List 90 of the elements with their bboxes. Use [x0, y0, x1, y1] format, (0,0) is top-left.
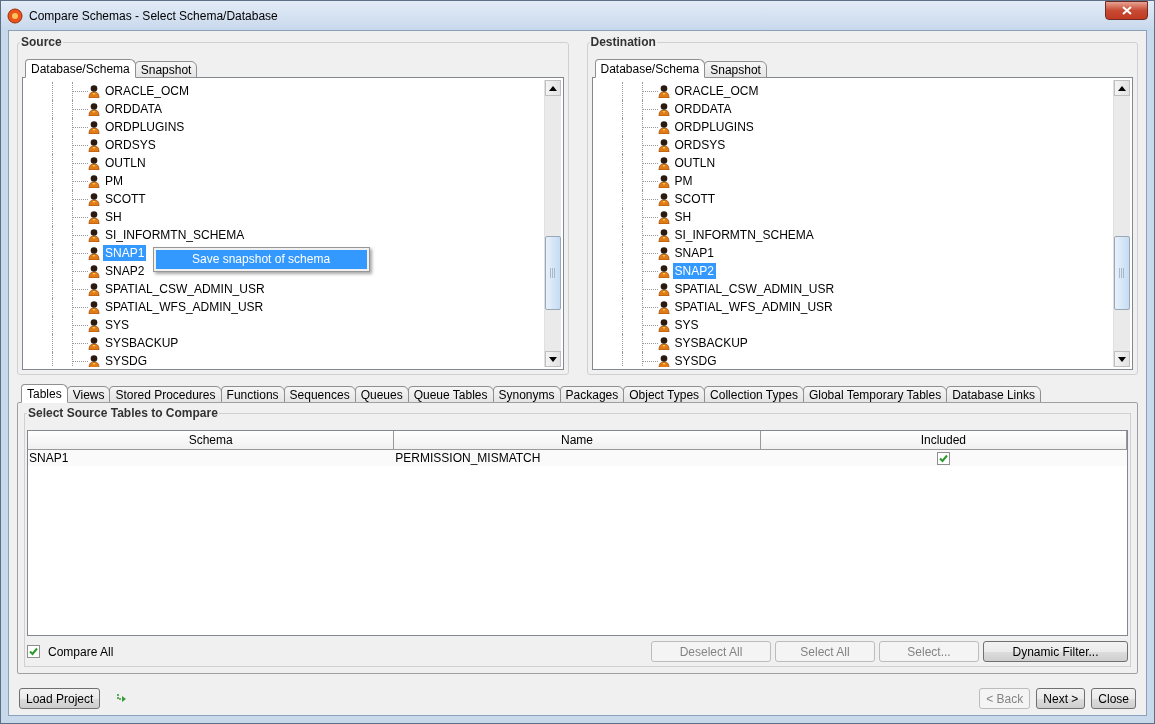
user-icon — [657, 354, 670, 367]
user-icon — [88, 282, 100, 296]
scrollbar-thumb[interactable] — [544, 236, 561, 310]
footer-button[interactable]: Load Project — [19, 688, 101, 709]
user-icon — [657, 318, 670, 332]
user-icon — [88, 192, 100, 206]
user-icon — [88, 84, 100, 98]
column-header[interactable]: Schema — [28, 431, 395, 450]
user-icon — [88, 156, 100, 170]
footer-button[interactable]: Close — [1091, 688, 1136, 709]
user-icon — [88, 228, 100, 242]
user-icon — [88, 336, 100, 350]
tree-item[interactable]: SPATIAL_WFS_ADMIN_USR — [672, 299, 835, 315]
tab[interactable]: Database/Schema — [25, 59, 136, 78]
column-header[interactable]: Included — [760, 431, 1127, 450]
scroll-down-icon[interactable] — [548, 356, 557, 362]
tree-item[interactable]: SH — [672, 209, 694, 225]
panel-label: Destination — [589, 35, 657, 49]
user-icon — [657, 264, 670, 278]
user-icon — [657, 246, 670, 260]
user-icon — [657, 336, 670, 350]
user-icon — [88, 174, 100, 188]
user-icon — [657, 210, 670, 224]
tree-item[interactable]: ORACLE_OCM — [103, 83, 192, 99]
tree-item[interactable]: ORDSYS — [672, 137, 728, 153]
tree-item[interactable]: SI_INFORMTN_SCHEMA — [672, 227, 816, 243]
scroll-up-icon[interactable] — [548, 85, 557, 91]
user-icon — [88, 102, 100, 116]
tab[interactable]: Database/Schema — [594, 59, 706, 78]
user-icon — [88, 354, 100, 367]
window-title: Compare Schemas - Select Schema/Database — [29, 8, 279, 23]
tree-item[interactable]: PM — [672, 173, 695, 189]
scroll-up-icon[interactable] — [1118, 85, 1126, 91]
tree-item[interactable]: SYS — [103, 317, 131, 333]
tab[interactable]: Tables — [21, 384, 68, 403]
close-button[interactable] — [1105, 1, 1148, 20]
user-icon — [657, 192, 670, 206]
tree-item[interactable]: SYSBACKUP — [103, 335, 181, 351]
user-icon — [88, 120, 100, 134]
tree-item[interactable]: SCOTT — [672, 191, 718, 207]
tree-item[interactable]: SYSBACKUP — [672, 335, 750, 351]
user-icon — [657, 102, 670, 116]
tree-item[interactable]: PM — [103, 173, 125, 189]
tree-item[interactable]: SCOTT — [103, 191, 148, 207]
panel-label: Source — [20, 35, 63, 49]
action-button[interactable]: Dynamic Filter... — [983, 641, 1128, 662]
table-cell-text: SNAP1 — [28, 450, 70, 466]
user-icon — [88, 300, 100, 314]
close-icon — [1121, 6, 1132, 15]
tree-item[interactable]: ORDSYS — [103, 137, 158, 153]
user-icon — [657, 84, 670, 98]
user-icon — [88, 246, 100, 260]
tree-item[interactable]: ORDPLUGINS — [103, 119, 187, 135]
tree-item[interactable]: OUTLN — [103, 155, 148, 171]
tree-item[interactable]: ORDPLUGINS — [672, 119, 756, 135]
user-icon — [657, 138, 670, 152]
tree-item[interactable]: SI_INFORMTN_SCHEMA — [103, 227, 247, 243]
tree-item[interactable]: SYSDG — [103, 353, 149, 367]
user-icon — [657, 156, 670, 170]
tab[interactable]: Snapshot — [134, 61, 198, 78]
user-icon — [657, 174, 670, 188]
tree-item[interactable]: SPATIAL_CSW_ADMIN_USR — [672, 281, 837, 297]
user-icon — [657, 282, 670, 296]
user-icon — [657, 120, 670, 134]
tree-item[interactable]: SPATIAL_WFS_ADMIN_USR — [103, 299, 266, 315]
tree-item[interactable]: SYSDG — [672, 353, 719, 367]
scroll-down-icon[interactable] — [1118, 356, 1126, 362]
user-icon — [657, 228, 670, 242]
user-icon — [88, 264, 100, 278]
user-icon — [88, 138, 100, 152]
tab[interactable]: Snapshot — [704, 61, 767, 78]
tree-item[interactable]: SPATIAL_CSW_ADMIN_USR — [103, 281, 267, 297]
tree-item[interactable]: ORACLE_OCM — [672, 83, 761, 99]
user-icon — [88, 318, 100, 332]
tree-item[interactable]: SNAP2 — [103, 263, 147, 279]
table-cell-text: PERMISSION_MISMATCH — [394, 450, 542, 466]
app-logo-icon — [7, 7, 23, 24]
tree-item[interactable]: ORDDATA — [103, 101, 164, 117]
footer-button[interactable]: Next > — [1036, 688, 1086, 709]
column-header[interactable]: Name — [394, 431, 761, 450]
tree-item[interactable]: SNAP1 — [672, 245, 716, 261]
user-icon — [657, 300, 670, 314]
tree-item[interactable]: SYS — [672, 317, 701, 333]
group-label: Select Source Tables to Compare — [27, 406, 219, 420]
tree-item[interactable]: ORDDATA — [672, 101, 734, 117]
scrollbar-thumb[interactable] — [1114, 236, 1130, 310]
checkbox-label: Compare All — [48, 644, 114, 659]
user-icon — [88, 210, 100, 224]
tree-item[interactable]: OUTLN — [672, 155, 718, 171]
tree-item[interactable]: SH — [103, 209, 124, 225]
